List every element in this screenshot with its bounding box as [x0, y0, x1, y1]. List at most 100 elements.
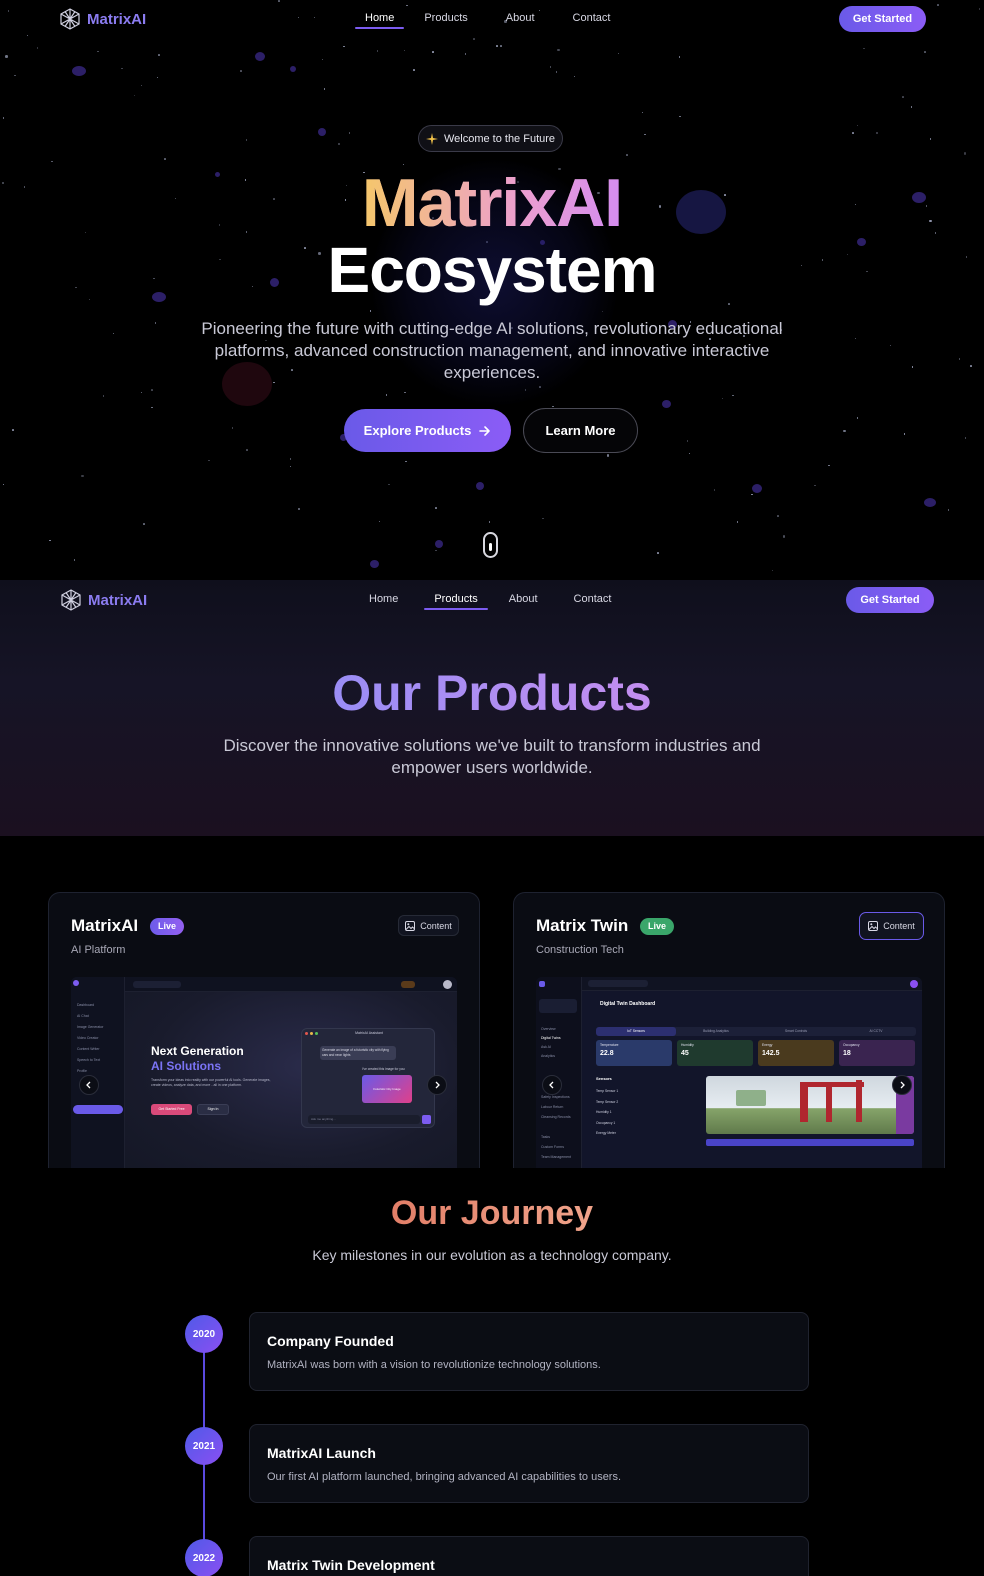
preview-sidebar-item: AI Chat — [77, 1014, 89, 1018]
particle-blob — [435, 540, 443, 548]
carousel-prev-button[interactable] — [542, 1075, 562, 1095]
nav-link-products[interactable]: Products — [414, 0, 477, 33]
preview-chat-window: MatrixAI Assistant Generate an image of … — [301, 1028, 435, 1128]
welcome-badge: Welcome to the Future — [418, 125, 563, 152]
preview-sidebar-item: Content Writer — [77, 1047, 100, 1051]
star-dot — [102, 395, 105, 397]
brand-name: MatrixAI — [88, 591, 148, 609]
star-dot — [686, 440, 689, 442]
nav-link-home[interactable]: Home — [355, 0, 405, 33]
preview-sidebar-item: Digital Twins — [541, 1036, 561, 1040]
star-dot — [348, 132, 351, 134]
star-dot — [782, 535, 786, 538]
nav-link-contact[interactable]: Contact — [564, 581, 622, 614]
star-dot — [843, 429, 846, 433]
milestone-title: Matrix Twin Development — [267, 1557, 435, 1573]
star-dot — [856, 417, 859, 419]
preview-primary-button: Get Started Free — [151, 1104, 192, 1115]
preview-headline-accent: AI Solutions — [151, 1059, 221, 1073]
star-dot — [751, 493, 753, 496]
hero-title-line-2: Ecosystem — [327, 234, 658, 306]
nav-link-products[interactable]: Products — [424, 581, 489, 614]
star-dot — [151, 389, 153, 391]
nav-link-about[interactable]: About — [496, 0, 545, 33]
preview-sidebar-item: Profile — [77, 1069, 87, 1073]
chevron-left-icon — [86, 1081, 91, 1089]
preview-sidebar-item: Custom Forms — [541, 1145, 564, 1149]
star-dot — [903, 433, 906, 435]
star-dot — [151, 406, 153, 409]
learn-more-button[interactable]: Learn More — [523, 408, 638, 453]
arrow-right-icon — [479, 425, 491, 436]
preview-kpi-value: 45 — [681, 1050, 689, 1057]
star-dot — [644, 133, 646, 136]
nav-link-contact[interactable]: Contact — [563, 0, 621, 33]
preview-main: Next Generation AI Solutions Transform y… — [125, 992, 457, 1168]
star-dot — [856, 124, 858, 127]
particle-blob — [476, 482, 484, 490]
nav-link-about[interactable]: About — [499, 581, 548, 614]
preview-kpi-label: Energy — [762, 1043, 773, 1047]
preview-chat-image: Futuristic City Image — [362, 1075, 412, 1103]
star-dot — [732, 394, 734, 397]
brand-logo-link[interactable]: MatrixAI — [59, 8, 146, 30]
preview-main: Digital Twin Dashboard IoT Sensors Build… — [582, 991, 922, 1168]
products-title: Our Products — [0, 663, 984, 723]
star-dot — [606, 454, 610, 457]
star-dot — [902, 96, 904, 98]
preview-chat-title: MatrixAI Assistant — [355, 1031, 383, 1035]
get-started-button[interactable]: Get Started — [846, 587, 934, 613]
carousel-next-button[interactable] — [427, 1075, 447, 1095]
image-icon — [405, 920, 416, 931]
star-dot — [404, 391, 406, 394]
matrix-logo-icon — [61, 589, 81, 611]
preview-kpi-value: 18 — [843, 1050, 851, 1057]
star-dot — [369, 310, 372, 312]
nav-links: Home Products About Contact — [359, 581, 621, 614]
star-dot — [964, 437, 967, 439]
explore-products-button[interactable]: Explore Products — [344, 409, 511, 452]
star-dot — [388, 483, 390, 486]
preview-kpi-card: Temperature 22.8 — [596, 1040, 672, 1066]
carousel-next-button[interactable] — [892, 1075, 912, 1095]
products-navbar: MatrixAI Home Products About Contact Get… — [0, 580, 984, 617]
chevron-right-icon — [900, 1081, 905, 1089]
product-card-matrixai: MatrixAI Live AI Platform Content Dashbo… — [48, 892, 480, 1168]
journey-title: Our Journey — [0, 1191, 984, 1235]
brand-logo-link[interactable]: MatrixAI — [60, 589, 147, 611]
timeline-year-badge: 2021 — [185, 1427, 223, 1465]
scroll-indicator-icon[interactable] — [483, 532, 498, 558]
preview-text: Transform your ideas into reality with o… — [151, 1078, 271, 1087]
learn-more-label: Learn More — [545, 423, 616, 438]
star-dot — [473, 38, 475, 40]
timeline-year-badge: 2022 — [185, 1539, 223, 1576]
preview-sidebar-item: Dashboard — [77, 1003, 95, 1007]
nav-link-home[interactable]: Home — [359, 581, 408, 614]
star-dot — [245, 139, 248, 141]
star-dot — [405, 460, 407, 463]
star-dot — [385, 394, 388, 396]
star-dot — [929, 138, 932, 140]
star-dot — [854, 337, 857, 340]
milestone-card: MatrixAI Launch Our first AI platform la… — [249, 1424, 809, 1503]
star-dot — [496, 45, 498, 47]
content-button-label: Content — [883, 921, 915, 931]
star-dot — [924, 51, 926, 53]
star-dot — [713, 489, 716, 491]
star-dot — [911, 366, 914, 368]
star-dot — [14, 74, 16, 77]
milestone-title: MatrixAI Launch — [267, 1445, 376, 1461]
star-dot — [910, 106, 913, 108]
get-started-button[interactable]: Get Started — [839, 6, 926, 32]
carousel-prev-button[interactable] — [79, 1075, 99, 1095]
journey-subtitle: Key milestones in our evolution as a tec… — [312, 1247, 672, 1263]
star-dot — [435, 507, 437, 509]
preview-sidebar: Overview Digital Twins Ask AI Analytics … — [536, 977, 582, 1168]
content-button[interactable]: Content — [859, 912, 924, 940]
content-button[interactable]: Content — [398, 915, 459, 936]
preview-topbar — [582, 977, 922, 991]
preview-kpi-value: 22.8 — [600, 1050, 614, 1057]
star-dot — [875, 131, 879, 135]
preview-sidebar-item: Team Management — [541, 1155, 571, 1159]
star-dot — [376, 50, 379, 52]
